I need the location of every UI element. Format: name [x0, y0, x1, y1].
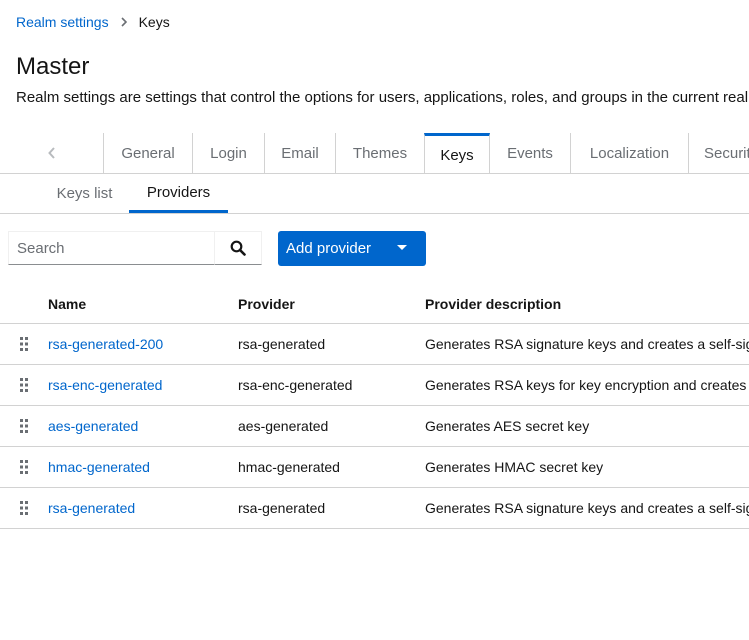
search-input[interactable] — [8, 231, 215, 265]
provider-type: rsa-generated — [238, 500, 326, 516]
chevron-right-icon — [121, 17, 127, 27]
drag-handle-icon[interactable] — [19, 419, 29, 433]
page-description: Realm settings are settings that control… — [16, 89, 749, 106]
column-header-provider[interactable]: Provider — [238, 296, 295, 312]
provider-type: rsa-generated — [238, 336, 326, 352]
drag-handle-icon[interactable] — [19, 460, 29, 474]
tab-login[interactable]: Login — [193, 133, 265, 173]
provider-description: Generates AES secret key — [425, 418, 590, 434]
provider-name-link[interactable]: hmac-generated — [48, 459, 228, 475]
subtab-providers[interactable]: Providers — [129, 174, 228, 213]
breadcrumb-current: Keys — [138, 14, 170, 30]
table-row: rsa-generated-200 rsa-generated Generate… — [0, 324, 749, 365]
drag-handle-icon[interactable] — [19, 501, 29, 515]
tab-events[interactable]: Events — [490, 133, 571, 173]
tab-email[interactable]: Email — [265, 133, 336, 173]
tab-scroll-left-button[interactable] — [0, 133, 104, 173]
table-header: Name Provider Provider description — [0, 284, 749, 324]
drag-handle-icon[interactable] — [19, 378, 29, 392]
table-row: hmac-generated hmac-generated Generates … — [0, 447, 749, 488]
provider-description: Generates RSA keys for key encryption an… — [425, 377, 749, 393]
tab-security-defenses[interactable]: Security defenses — [689, 133, 749, 173]
keys-subtabs: Keys list Providers — [0, 174, 749, 214]
drag-handle-icon[interactable] — [19, 337, 29, 351]
breadcrumb-realm-settings-link[interactable]: Realm settings — [16, 14, 109, 30]
column-header-provider-description[interactable]: Provider description — [425, 296, 561, 312]
tab-keys[interactable]: Keys — [424, 133, 490, 173]
search-icon — [230, 240, 246, 256]
provider-description: Generates RSA signature keys and creates… — [425, 336, 749, 352]
provider-name-link[interactable]: rsa-enc-generated — [48, 377, 228, 393]
caret-down-icon — [397, 245, 407, 250]
provider-name-link[interactable]: aes-generated — [48, 418, 228, 434]
provider-type: aes-generated — [238, 418, 329, 434]
tab-general[interactable]: General — [104, 133, 193, 173]
provider-name-link[interactable]: rsa-generated-200 — [48, 336, 228, 352]
search-button[interactable] — [214, 231, 262, 265]
subtab-keys-list[interactable]: Keys list — [40, 174, 129, 213]
add-provider-dropdown-button[interactable]: Add provider — [278, 231, 426, 266]
providers-table: Name Provider Provider description rsa-g… — [0, 284, 749, 529]
tab-themes[interactable]: Themes — [336, 133, 425, 173]
chevron-left-icon — [47, 147, 55, 159]
table-row: rsa-generated rsa-generated Generates RS… — [0, 488, 749, 529]
column-header-name[interactable]: Name — [48, 296, 86, 312]
provider-type: rsa-enc-generated — [238, 377, 353, 393]
table-row: aes-generated aes-generated Generates AE… — [0, 406, 749, 447]
tab-localization[interactable]: Localization — [571, 133, 689, 173]
provider-type: hmac-generated — [238, 459, 340, 475]
realm-settings-tabs: General Login Email Themes Keys Events L… — [0, 133, 749, 174]
table-row: rsa-enc-generated rsa-enc-generated Gene… — [0, 365, 749, 406]
provider-name-link[interactable]: rsa-generated — [48, 500, 228, 516]
provider-description: Generates RSA signature keys and creates… — [425, 500, 749, 516]
page-title: Master — [16, 53, 90, 80]
add-provider-label: Add provider — [286, 240, 372, 257]
provider-description: Generates HMAC secret key — [425, 459, 604, 475]
breadcrumb: Realm settings Keys — [16, 13, 170, 31]
